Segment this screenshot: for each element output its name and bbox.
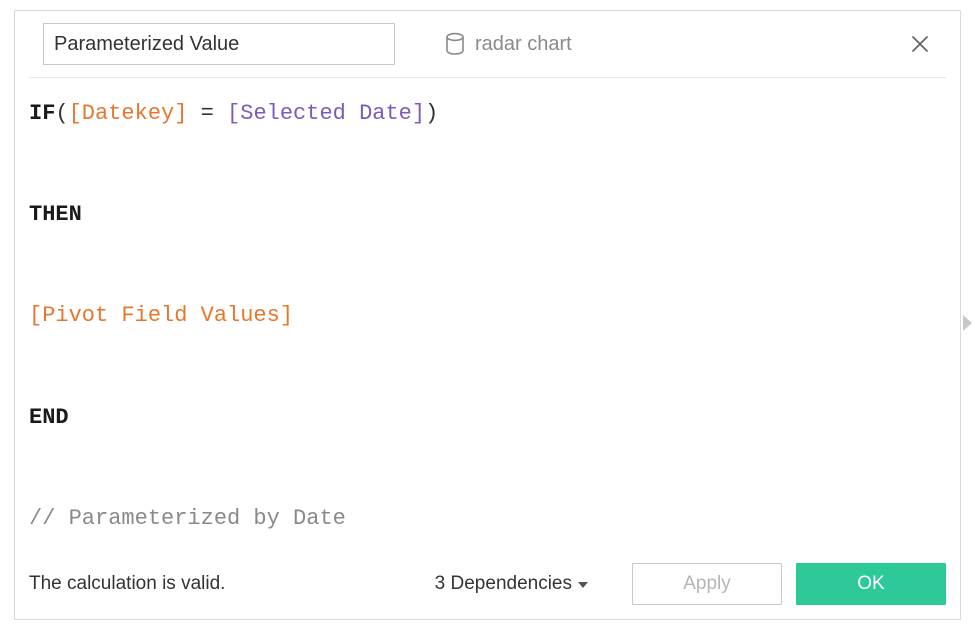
- formula-blank-1: [29, 151, 946, 180]
- ok-button[interactable]: OK: [796, 563, 946, 605]
- formula-blank-4: [29, 454, 946, 483]
- dependencies-label: 3 Dependencies: [435, 573, 572, 595]
- datasource-indicator[interactable]: radar chart: [445, 32, 854, 56]
- validation-status: The calculation is valid.: [29, 573, 225, 595]
- calculated-field-dialog: radar chart IF([Datekey] = [Selected Dat…: [0, 0, 975, 634]
- chevron-right-icon: [963, 315, 973, 331]
- database-icon: [445, 32, 465, 56]
- field-datekey: [Datekey]: [69, 101, 188, 126]
- apply-button[interactable]: Apply: [632, 563, 782, 605]
- formula-line-end: END: [29, 404, 946, 433]
- chevron-down-icon: [578, 582, 588, 588]
- dialog-inner: radar chart IF([Datekey] = [Selected Dat…: [14, 10, 961, 620]
- keyword-then: THEN: [29, 202, 82, 227]
- formula-line-if: IF([Datekey] = [Selected Date]): [29, 100, 946, 129]
- formula-line-value: [Pivot Field Values]: [29, 302, 946, 331]
- close-icon: [910, 34, 930, 54]
- equals-operator: =: [187, 101, 227, 126]
- formula-line-then: THEN: [29, 201, 946, 230]
- formula-blank-2: [29, 252, 946, 281]
- dialog-header: radar chart: [29, 11, 946, 78]
- datasource-label: radar chart: [475, 33, 572, 56]
- field-pivot-values: [Pivot Field Values]: [29, 303, 293, 328]
- dependencies-dropdown[interactable]: 3 Dependencies: [435, 573, 588, 595]
- open-paren: (: [55, 101, 68, 126]
- keyword-end: END: [29, 405, 69, 430]
- close-button[interactable]: [904, 28, 936, 60]
- formula-blank-3: [29, 353, 946, 382]
- keyword-if: IF: [29, 101, 55, 126]
- close-paren: ): [425, 101, 438, 126]
- dialog-footer: The calculation is valid. 3 Dependencies…: [15, 553, 960, 619]
- comment-text: // Parameterized by Date: [29, 506, 346, 531]
- formula-line-comment: // Parameterized by Date: [29, 505, 946, 534]
- field-selected-date: [Selected Date]: [227, 101, 425, 126]
- field-name-input[interactable]: [43, 23, 395, 65]
- formula-editor[interactable]: IF([Datekey] = [Selected Date]) THEN [Pi…: [15, 78, 960, 553]
- expand-handle[interactable]: [961, 312, 975, 334]
